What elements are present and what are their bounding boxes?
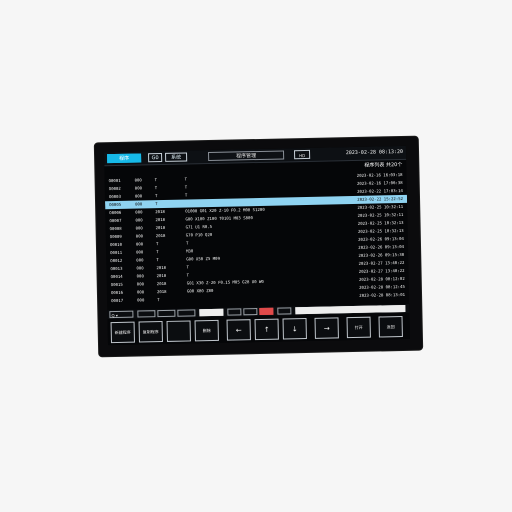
- function-key-label: 复制程序: [142, 329, 159, 335]
- status-cell: [243, 308, 258, 316]
- cnc-screen: 程序 G0 系统 程序管理 HD 2023-02-28 08:13:20 程序列…: [103, 145, 410, 346]
- bottom-toolbar: Q ▾ 新建程序 复制程序 删除 ← ↑ ↓ → 打开 返回: [107, 303, 410, 346]
- search-dropdown[interactable]: Q ▾: [109, 310, 134, 319]
- arrow-icon: ↑: [263, 325, 270, 334]
- program-count: 程序列表 共20个: [364, 161, 403, 169]
- arrow-icon: ←: [235, 325, 242, 334]
- clock: 2023-02-28 08:13:20: [345, 148, 404, 157]
- hd-button[interactable]: HD: [293, 149, 311, 160]
- page-title: 程序管理: [208, 150, 285, 162]
- program-table: O0001 000 T T 2023-02-16 16:03:18 O0002 000 T T 2…: [105, 171, 410, 308]
- status-cell: [157, 309, 176, 318]
- function-key[interactable]: ←: [226, 319, 251, 341]
- function-key-label: 新建程序: [114, 329, 131, 336]
- arrow-icon: ↓: [291, 324, 298, 333]
- device-bezel: 程序 G0 系统 程序管理 HD 2023-02-28 08:13:20 程序列…: [94, 136, 423, 357]
- function-key[interactable]: 删除: [194, 319, 219, 342]
- status-cell: [277, 307, 292, 315]
- function-key[interactable]: 打开: [346, 316, 371, 339]
- tab-system[interactable]: 系统: [165, 152, 188, 162]
- function-key-label: 打开: [354, 324, 363, 331]
- tab-g0[interactable]: G0: [148, 153, 163, 163]
- table-cell: T: [157, 297, 160, 303]
- status-cell: [177, 309, 196, 317]
- function-key[interactable]: →: [314, 317, 339, 339]
- title-bar: 程序 G0 系统 程序管理 HD 2023-02-28 08:13:20: [103, 145, 407, 167]
- table-cell: O0017: [111, 297, 124, 304]
- table-cell: 2023-02-28 08:13:01: [359, 291, 406, 298]
- status-cell: [137, 310, 156, 318]
- function-key[interactable]: ↓: [282, 318, 307, 340]
- function-key-label: 删除: [202, 328, 211, 334]
- function-key[interactable]: 新建程序: [110, 321, 135, 344]
- function-key[interactable]: 复制程序: [138, 321, 163, 343]
- status-cell: [227, 308, 242, 316]
- tab-program[interactable]: 程序: [107, 153, 142, 164]
- status-cell: [295, 304, 406, 315]
- status-cell: [199, 308, 224, 317]
- alarm-indicator: [259, 307, 274, 315]
- function-key-label: 返回: [386, 324, 395, 330]
- function-key[interactable]: [166, 320, 191, 342]
- table-cell: 000: [137, 297, 145, 303]
- function-key[interactable]: ↑: [254, 318, 279, 341]
- function-key[interactable]: 返回: [378, 315, 403, 338]
- arrow-icon: →: [323, 324, 330, 333]
